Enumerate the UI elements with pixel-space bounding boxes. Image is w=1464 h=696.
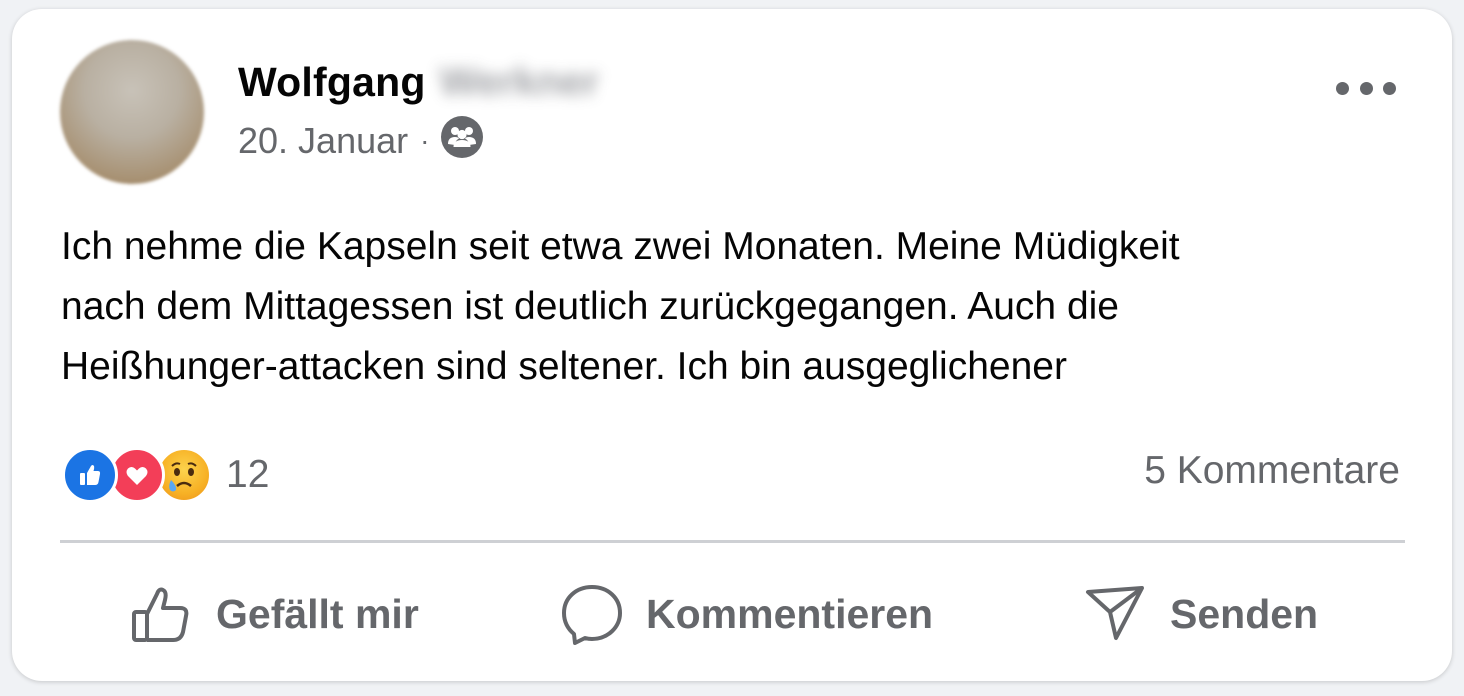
post-text-line: nach dem Mittagessen ist deutlich zurück… bbox=[61, 285, 1119, 328]
post-text: Ich nehme die Kapseln seit etwa zwei Mon… bbox=[61, 217, 1421, 397]
send-button[interactable]: Senden bbox=[1084, 574, 1318, 654]
send-icon bbox=[1086, 586, 1144, 640]
reaction-summary[interactable]: 12 bbox=[62, 446, 269, 504]
post-text-line: Ich nehme die Kapseln seit etwa zwei Mon… bbox=[61, 225, 1180, 268]
reaction-count[interactable]: 12 bbox=[226, 453, 269, 497]
more-dot-icon bbox=[1336, 81, 1349, 95]
comment-button[interactable]: Kommentieren bbox=[560, 574, 933, 654]
comment-button-label: Kommentieren bbox=[646, 590, 934, 637]
author-last-name-blurred[interactable]: Werkner bbox=[440, 60, 599, 105]
like-button-label: Gefällt mir bbox=[216, 590, 419, 637]
meta-separator: · bbox=[420, 125, 430, 156]
divider bbox=[60, 540, 1405, 543]
comment-bubble-icon bbox=[562, 585, 622, 645]
post-card: Wolfgang Werkner 20. Januar · Ich nehme … bbox=[12, 9, 1452, 681]
action-bar: Gefällt mir Kommentieren Senden bbox=[12, 574, 1452, 654]
post-text-line: Heißhunger-attacken sind seltener. Ich b… bbox=[61, 345, 1067, 388]
thumbs-up-icon bbox=[132, 587, 189, 642]
author-avatar[interactable] bbox=[60, 40, 204, 184]
send-button-label: Senden bbox=[1170, 590, 1319, 637]
comments-count-link[interactable]: 5 Kommentare bbox=[1144, 449, 1400, 493]
author-name[interactable]: Wolfgang bbox=[238, 59, 426, 106]
more-options-button[interactable] bbox=[1336, 75, 1396, 101]
more-dot-icon bbox=[1383, 81, 1396, 95]
author-row: Wolfgang Werkner bbox=[238, 59, 599, 105]
post-meta: 20. Januar · bbox=[238, 115, 484, 167]
like-reaction-icon bbox=[62, 447, 118, 503]
more-dot-icon bbox=[1359, 81, 1373, 95]
friends-icon[interactable] bbox=[441, 115, 484, 167]
post-date[interactable]: 20. Januar bbox=[238, 120, 408, 162]
like-button[interactable]: Gefällt mir bbox=[130, 574, 419, 654]
